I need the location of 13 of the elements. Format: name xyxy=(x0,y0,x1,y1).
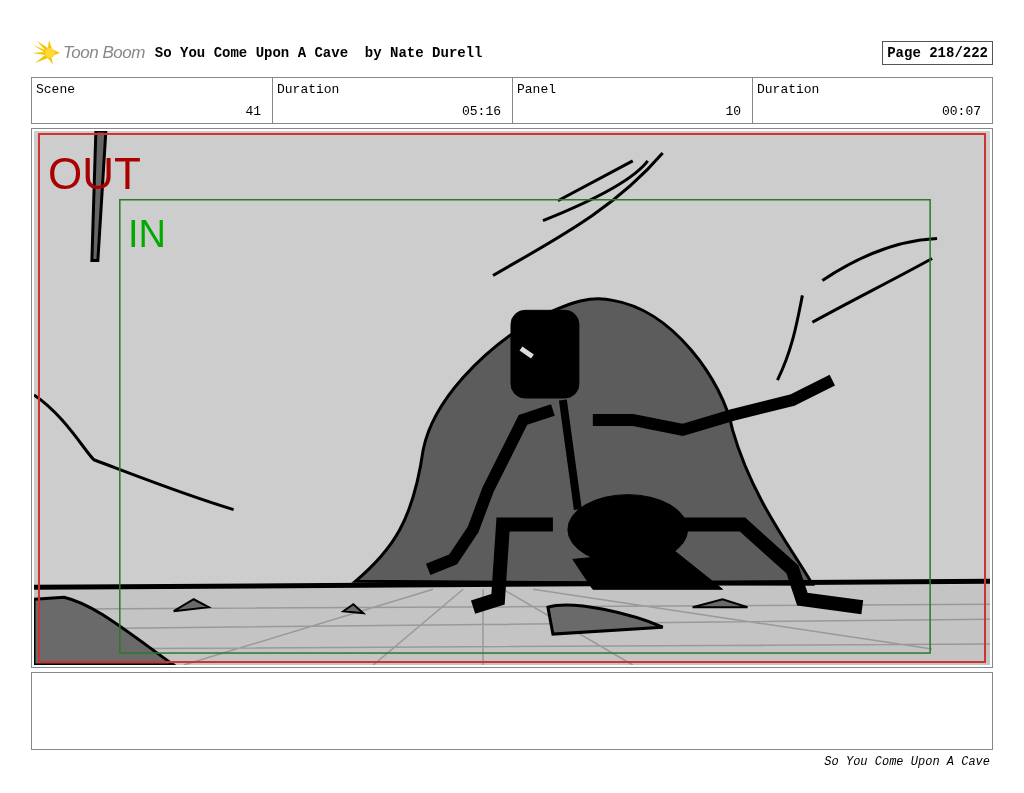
field-value: 41 xyxy=(244,104,261,119)
document-title: So You Come Upon A Cave by Nate Durell xyxy=(154,45,484,61)
page-number: Page 218/222 xyxy=(882,41,993,65)
field-value: 00:07 xyxy=(941,104,981,119)
field-label: Scene xyxy=(36,82,76,97)
footer-title: So You Come Upon A Cave xyxy=(824,755,990,769)
field-value: 10 xyxy=(724,104,741,119)
field-label: Duration xyxy=(757,82,821,97)
in-label: IN xyxy=(128,213,166,256)
field-label: Duration xyxy=(277,82,341,97)
field-label: Panel xyxy=(517,82,557,97)
field-value: 05:16 xyxy=(461,104,501,119)
logo-text: Toon Boom xyxy=(63,43,145,63)
